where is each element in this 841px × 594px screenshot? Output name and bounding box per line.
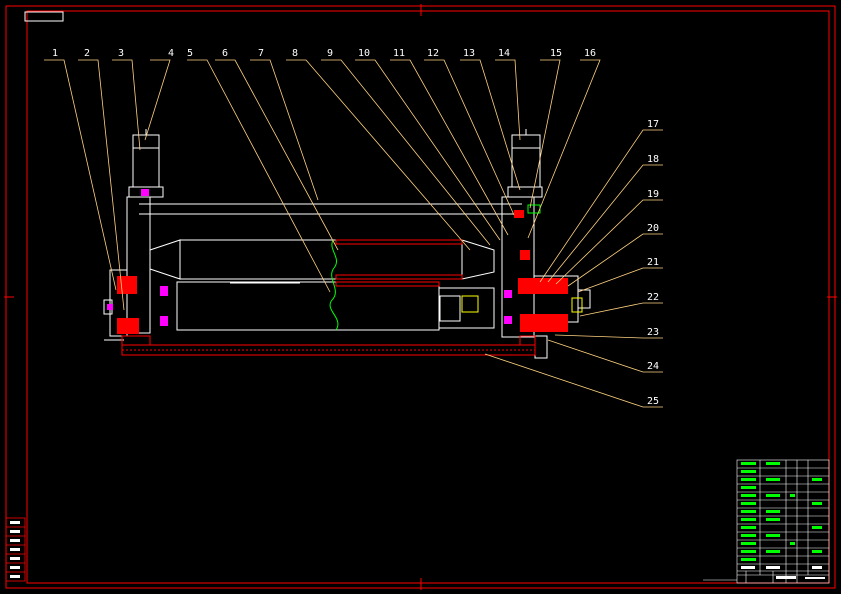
callout-9: 9: [327, 48, 333, 59]
callout-17: 17: [647, 119, 659, 130]
callout-11: 11: [393, 48, 405, 59]
callout-15: 15: [550, 48, 562, 59]
left-strip-marks: [10, 521, 20, 578]
callout-21: 21: [647, 257, 659, 268]
break-line: [329, 204, 541, 331]
callout-3: 3: [118, 48, 124, 59]
callout-25: 25: [647, 396, 659, 407]
callouts-top: 1 2 3 4 5 6 7 8 9 10 11 12 13 14 15 16: [52, 48, 596, 59]
callout-12: 12: [427, 48, 439, 59]
callout-24: 24: [647, 361, 659, 372]
callout-22: 22: [647, 292, 659, 303]
callout-13: 13: [463, 48, 475, 59]
callout-23: 23: [647, 327, 659, 338]
callout-10: 10: [358, 48, 370, 59]
callout-8: 8: [292, 48, 298, 59]
callout-1: 1: [52, 48, 58, 59]
callout-20: 20: [647, 223, 659, 234]
callout-16: 16: [584, 48, 596, 59]
callouts-right: 17 18 19 20 21 22 23 24 25: [647, 119, 659, 407]
callout-14: 14: [498, 48, 510, 59]
highlight-parts: [461, 295, 583, 313]
callout-4: 4: [168, 48, 174, 59]
callout-2: 2: [84, 48, 90, 59]
assembly-drawing: 1 2 3 4 5 6 7 8 9 10 11 12 13 14 15 16 1…: [4, 4, 837, 590]
title-block-header-marks: [741, 566, 825, 579]
callout-5: 5: [187, 48, 193, 59]
sheet-frame: [4, 4, 837, 590]
callout-18: 18: [647, 154, 659, 165]
section-hatching: [121, 239, 536, 356]
red-detail-blocks: [117, 210, 568, 334]
callout-19: 19: [647, 189, 659, 200]
callout-7: 7: [258, 48, 264, 59]
title-block-entries: [741, 462, 822, 561]
drawing-number-box: [24, 11, 64, 22]
accent-fittings: [107, 189, 512, 326]
callout-6: 6: [222, 48, 228, 59]
